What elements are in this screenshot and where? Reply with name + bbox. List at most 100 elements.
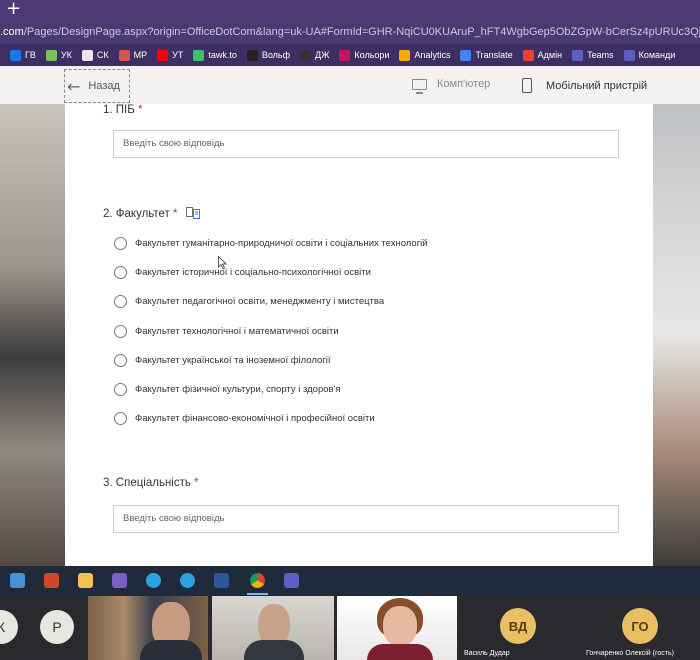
- bookmark-item[interactable]: Analytics: [399, 49, 451, 61]
- bookmark-item[interactable]: Кольори: [339, 49, 390, 61]
- bookmark-favicon-icon: [81, 49, 93, 61]
- bookmark-favicon-icon: [623, 49, 635, 61]
- participant-video-1[interactable]: [88, 596, 208, 660]
- option-label: Факультет педагогічної освіти, менеджмен…: [135, 296, 385, 308]
- bookmark-item[interactable]: УТ: [157, 49, 184, 61]
- active-app-indicator: [247, 593, 268, 595]
- back-label: Назад: [88, 80, 120, 92]
- faculty-radio-option[interactable]: Факультет педагогічної освіти, менеджмен…: [114, 295, 385, 309]
- bookmark-item[interactable]: ДЖ: [300, 49, 330, 61]
- pib-input[interactable]: [114, 131, 603, 155]
- computer-view-label: Комп'ютер: [437, 78, 491, 90]
- bookmark-label: Кольори: [354, 50, 390, 60]
- viber-app-icon[interactable]: [112, 573, 127, 588]
- back-arrow-icon: ←: [67, 76, 81, 96]
- address-bar[interactable]: .com/Pages/DesignPage.aspx?origin=Office…: [0, 22, 700, 44]
- radio-button[interactable]: [114, 266, 127, 280]
- form-preview-card: 1. ПІБ * 2. Факультет * Факультет гумані…: [65, 104, 653, 566]
- faculty-radio-option[interactable]: Факультет гуманітарно-природничої освіти…: [114, 237, 428, 250]
- participant-body: [367, 644, 433, 660]
- mobile-view-label: Мобільний пристрій: [546, 79, 648, 92]
- participant-video-2[interactable]: [212, 596, 334, 660]
- bookmark-favicon-icon: [157, 49, 169, 61]
- telegram-desktop-icon[interactable]: [180, 573, 195, 588]
- explorer-app-icon[interactable]: [10, 573, 25, 588]
- browser-tab-strip: +: [0, 0, 700, 22]
- radio-button[interactable]: [114, 353, 127, 367]
- participant-initials: ВД: [508, 618, 528, 634]
- question-1-field[interactable]: [113, 130, 619, 158]
- bookmark-label: СК: [96, 50, 109, 60]
- option-label: Факультет технологічної і математичної о…: [135, 325, 339, 337]
- bookmark-label: МР: [133, 50, 148, 60]
- bookmark-label: ДЖ: [315, 50, 330, 60]
- word-app-icon[interactable]: [214, 573, 229, 588]
- bookmark-item[interactable]: Адмін: [522, 49, 563, 61]
- participant-initials: ГО: [631, 618, 649, 634]
- bookmark-label: Адмін: [537, 50, 563, 60]
- radio-button[interactable]: [114, 412, 127, 426]
- faculty-radio-option[interactable]: Факультет технологічної і математичної о…: [114, 324, 339, 338]
- bookmark-favicon-icon: [399, 49, 411, 61]
- bookmark-favicon-icon: [300, 49, 311, 61]
- faculty-radio-option[interactable]: Факультет української та іноземної філол…: [114, 353, 331, 367]
- bookmark-item[interactable]: tawk.to: [193, 49, 237, 61]
- question-3-field[interactable]: [113, 505, 619, 533]
- participant-avatar: ВД: [500, 608, 536, 644]
- chrome-app-icon[interactable]: [250, 573, 265, 588]
- question-3-label: 3. Спеціальність: [103, 477, 191, 489]
- bookmark-item[interactable]: Вольф: [246, 49, 290, 61]
- bookmark-label: УК: [60, 50, 72, 60]
- mouse-cursor-icon: [218, 256, 227, 269]
- bookmark-item[interactable]: УК: [45, 49, 72, 61]
- bookmark-item[interactable]: Translate: [460, 49, 513, 61]
- teams-app-icon[interactable]: [284, 573, 299, 588]
- url-path: /Pages/DesignPage.aspx?origin=OfficeDotC…: [23, 26, 700, 38]
- speciality-input[interactable]: [114, 506, 603, 530]
- option-label: Факультет гуманітарно-природничої освіти…: [135, 238, 428, 249]
- participant-initial: Р: [52, 619, 62, 635]
- new-tab-button[interactable]: +: [6, 0, 21, 19]
- back-button[interactable]: ← Назад: [64, 69, 130, 103]
- mobile-view-button[interactable]: Мобільний пристрій: [522, 78, 647, 93]
- bookmark-item[interactable]: ГВ: [10, 49, 36, 61]
- participant-tile-go[interactable]: ГО Гончаренко Олексій (гость): [582, 596, 700, 660]
- computer-view-button[interactable]: Комп'ютер: [412, 78, 491, 94]
- file-explorer-icon[interactable]: [78, 573, 93, 588]
- powerpoint-app-icon[interactable]: [44, 573, 59, 588]
- bookmark-label: УТ: [172, 50, 184, 60]
- participant-tile[interactable]: К: [0, 596, 26, 660]
- radio-button[interactable]: [114, 383, 127, 396]
- bookmark-favicon-icon: [522, 49, 534, 61]
- faculty-radio-option[interactable]: Факультет фінансово-економічної і профес…: [114, 412, 375, 426]
- participant-tile-vd[interactable]: ВД Василь Дудар: [460, 596, 578, 660]
- url-text[interactable]: .com/Pages/DesignPage.aspx?origin=Office…: [0, 26, 700, 38]
- bookmark-item[interactable]: Teams: [572, 49, 614, 61]
- question-3-title: 3. Спеціальність *: [103, 477, 199, 489]
- radio-button[interactable]: [114, 237, 127, 250]
- bookmark-favicon-icon: [572, 49, 584, 61]
- participant-body: [140, 640, 202, 660]
- bookmark-item[interactable]: МР: [118, 49, 148, 61]
- participant-video-3[interactable]: [337, 596, 457, 660]
- bookmark-item[interactable]: Команди: [623, 49, 675, 61]
- bookmark-label: Analytics: [414, 50, 451, 60]
- required-mark: *: [173, 208, 178, 220]
- bookmark-label: Teams: [587, 50, 614, 60]
- bookmark-favicon-icon: [339, 49, 351, 61]
- phone-icon: [522, 78, 532, 93]
- participant-tile[interactable]: Р: [26, 596, 88, 660]
- background-office-photo-left: [0, 104, 65, 566]
- faculty-radio-option[interactable]: Факультет фізичної культури, спорту і зд…: [114, 383, 341, 396]
- immersive-reader-icon[interactable]: [186, 207, 200, 219]
- faculty-radio-option[interactable]: Факультет історичної і соціально-психоло…: [114, 266, 371, 280]
- bookmark-label: tawk.to: [208, 50, 237, 60]
- bookmark-favicon-icon: [246, 49, 258, 61]
- bookmark-favicon-icon: [118, 49, 130, 61]
- bookmark-item[interactable]: СК: [81, 49, 109, 61]
- radio-button[interactable]: [114, 324, 127, 338]
- option-label: Факультет історичної і соціально-психоло…: [135, 267, 371, 279]
- radio-button[interactable]: [114, 295, 127, 309]
- participant-avatar: Р: [40, 610, 74, 644]
- telegram-app-icon[interactable]: [146, 573, 161, 588]
